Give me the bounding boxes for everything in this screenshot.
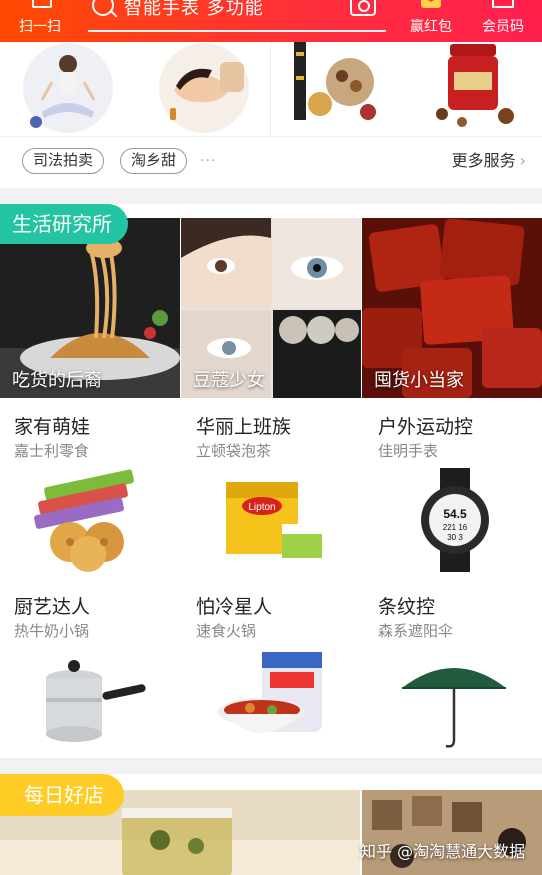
zhihu-watermark: 知乎 @淘淘慧通大数据 <box>360 842 526 861</box>
scan-button[interactable]: 扫一扫 <box>14 0 66 42</box>
watch-sub-text: 221 16 <box>443 523 468 532</box>
cell-title: 户外运动控 <box>378 416 474 438</box>
cell-subtitle: 立顿袋泡茶 <box>196 442 272 460</box>
hongbao-button[interactable]: $ 赢红包 <box>402 0 460 42</box>
cell-title: 厨艺达人 <box>14 596 91 618</box>
cell-subtitle: 佳明手表 <box>378 442 439 460</box>
garmin-watch-image: 54.5 221 16 30 3 <box>421 468 489 572</box>
cell-title: 华丽上班族 <box>196 416 292 438</box>
services-area: 司法拍卖 淘乡甜 ··· 更多服务 › <box>0 42 542 188</box>
lipton-tea-image: Lipton <box>226 482 322 558</box>
scan-label: 扫一扫 <box>19 19 61 35</box>
cell-office-worker[interactable]: 华丽上班族 立顿袋泡茶 Lipton <box>182 400 360 578</box>
hotpot-image <box>218 652 322 733</box>
banner-hoarder[interactable]: 囤货小当家 <box>362 218 542 398</box>
scan-icon <box>32 0 52 8</box>
milk-pot-image <box>46 660 146 742</box>
store-interior-image <box>362 790 542 875</box>
search-input[interactable]: 智能手表 多功能 <box>124 0 264 20</box>
umbrella-image <box>402 668 506 748</box>
life-section-badge: 生活研究所 <box>0 204 128 244</box>
tag-taoxiangtian[interactable]: 淘乡甜 <box>120 148 188 174</box>
member-code-button[interactable]: 会员码 <box>474 0 532 42</box>
life-research-section: 生活研究所 吃货的后裔 豆蔻少女 囤货小当家 家有萌娃 嘉士利零食 华丽上班族 … <box>0 204 542 758</box>
cell-subtitle: 嘉士利零食 <box>14 442 90 460</box>
area-divider <box>0 136 542 137</box>
service-tags: 司法拍卖 淘乡甜 ··· 更多服务 › <box>0 148 542 176</box>
shop-banner-store[interactable] <box>362 790 542 875</box>
herbs-thumb[interactable] <box>290 42 386 132</box>
herbs-image <box>294 42 376 120</box>
biscuits-image <box>34 469 134 572</box>
banner-foodie[interactable]: 吃货的后裔 <box>0 218 180 398</box>
banner-girl[interactable]: 豆蔻少女 <box>181 218 361 398</box>
daily-shop-badge: 每日好店 <box>0 774 124 816</box>
hongbao-label: 赢红包 <box>410 19 452 35</box>
yoga-woman-image <box>23 43 113 133</box>
banner-hoarder-caption: 囤货小当家 <box>374 370 464 391</box>
banner-foodie-caption: 吃货的后裔 <box>12 370 102 391</box>
more-services-label: 更多服务 <box>451 151 516 170</box>
camera-icon[interactable] <box>350 0 376 16</box>
cell-chef[interactable]: 厨艺达人 热牛奶小锅 <box>0 580 178 758</box>
member-label: 会员码 <box>482 19 524 35</box>
more-tags-ellipsis[interactable]: ··· <box>200 148 216 174</box>
watch-time-text: 54.5 <box>443 507 467 521</box>
lipton-logo-text: Lipton <box>248 502 275 513</box>
cell-cute-kid[interactable]: 家有萌娃 嘉士利零食 <box>0 400 178 578</box>
watch-bottom-text: 30 3 <box>447 533 463 542</box>
red-packet-icon: $ <box>421 0 441 8</box>
massage-image <box>159 43 249 133</box>
chevron-right-icon: › <box>519 151 526 170</box>
banner-girl-caption: 豆蔻少女 <box>193 370 265 391</box>
jar-thumb[interactable] <box>432 42 524 132</box>
cell-title: 家有萌娃 <box>14 416 91 438</box>
search-icon <box>92 0 114 16</box>
cell-title: 条纹控 <box>378 596 436 618</box>
barcode-icon <box>492 0 514 8</box>
cell-outdoor-sports[interactable]: 户外运动控 佳明手表 54.5 221 16 30 3 <box>364 400 542 578</box>
cell-subtitle: 热牛奶小锅 <box>14 622 90 640</box>
cell-title: 怕冷星人 <box>196 596 273 618</box>
cell-stripe-lover[interactable]: 条纹控 森系遮阳伞 <box>364 580 542 758</box>
cell-subtitle: 森系遮阳伞 <box>378 622 454 640</box>
search-bar[interactable]: 智能手表 多功能 <box>88 0 386 32</box>
featured-thumbs <box>0 42 542 136</box>
cell-cold-person[interactable]: 怕冷星人 速食火锅 <box>182 580 360 758</box>
thumb-divider <box>270 42 271 136</box>
taobao-home-page: 扫一扫 智能手表 多功能 $ 赢红包 会员码 <box>0 0 542 875</box>
more-services-link[interactable]: 更多服务 › <box>452 148 526 174</box>
red-jar-image <box>436 44 514 127</box>
yoga-thumb[interactable] <box>22 42 114 133</box>
top-bar: 扫一扫 智能手表 多功能 $ 赢红包 会员码 <box>0 0 542 42</box>
cell-subtitle: 速食火锅 <box>196 622 257 640</box>
tag-judicial-auction[interactable]: 司法拍卖 <box>22 148 105 174</box>
massage-thumb[interactable] <box>158 42 250 133</box>
